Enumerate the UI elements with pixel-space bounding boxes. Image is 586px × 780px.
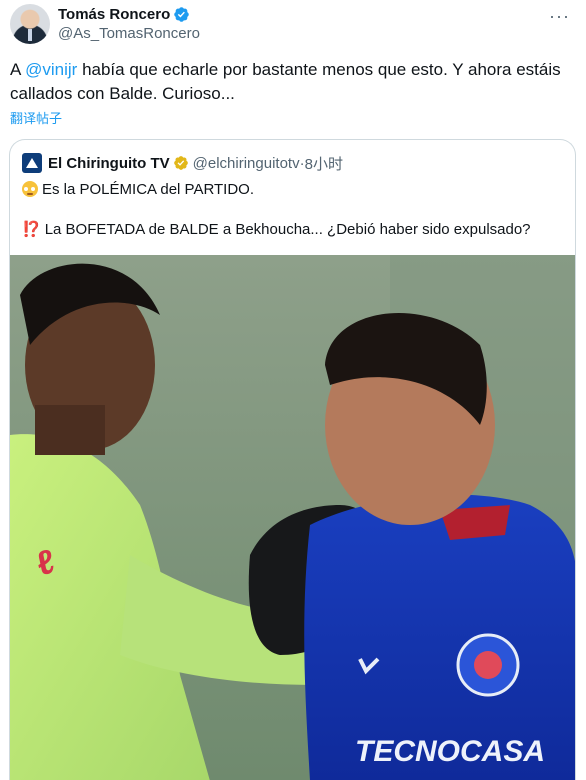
author-name[interactable]: Tomás Roncero — [58, 6, 170, 23]
quote-line-2-text: La BOFETADA de BALDE a Bekhoucha... ¿Deb… — [44, 221, 531, 238]
author-handle[interactable]: @As_TomasRoncero — [58, 24, 200, 44]
more-dots-icon[interactable]: ··· — [549, 6, 570, 27]
football-photo: ℓ TECNOCASA — [10, 255, 575, 780]
quoted-tweet[interactable]: El Chiringuito TV @elchiringuitotv · 8小时… — [9, 139, 576, 780]
quote-line-1: Es la POLÉMICA del PARTIDO. — [22, 180, 254, 200]
quote-header: El Chiringuito TV @elchiringuitotv · 8小时 — [22, 152, 343, 174]
tweet-header: Tomás Roncero @As_TomasRoncero ··· — [10, 4, 576, 48]
quote-line-2: ⁉️ La BOFETADA de BALDE a Bekhoucha... ¿D… — [22, 220, 531, 240]
tweet-text-suffix: había que echarle por bastante menos que… — [10, 60, 561, 103]
author-names: Tomás Roncero @As_TomasRoncero — [58, 4, 200, 44]
quote-avatar[interactable] — [22, 153, 42, 173]
quote-media-image[interactable]: ℓ TECNOCASA — [10, 255, 575, 780]
gold-verified-badge-icon — [173, 156, 188, 170]
interrobang-icon: ⁉️ — [22, 221, 41, 238]
quote-author-name[interactable]: El Chiringuito TV — [48, 155, 170, 172]
quote-author-handle[interactable]: @elchiringuitotv — [193, 155, 300, 172]
tweet-text-prefix: A — [10, 60, 26, 79]
translate-post-link[interactable]: 翻译帖子 — [10, 108, 62, 127]
jersey-sponsor-text: TECNOCASA — [355, 735, 545, 768]
author-avatar[interactable] — [10, 4, 50, 44]
verified-badge-icon — [174, 6, 190, 22]
flushed-face-icon — [22, 181, 38, 197]
quote-line-1-text: Es la POLÉMICA del PARTIDO. — [42, 181, 255, 198]
tweet-text: A @vinijr había que echarle por bastante… — [10, 58, 570, 106]
mention-link[interactable]: @vinijr — [25, 60, 77, 79]
quote-time[interactable]: 8小时 — [305, 153, 343, 174]
display-name-row: Tomás Roncero — [58, 4, 200, 24]
